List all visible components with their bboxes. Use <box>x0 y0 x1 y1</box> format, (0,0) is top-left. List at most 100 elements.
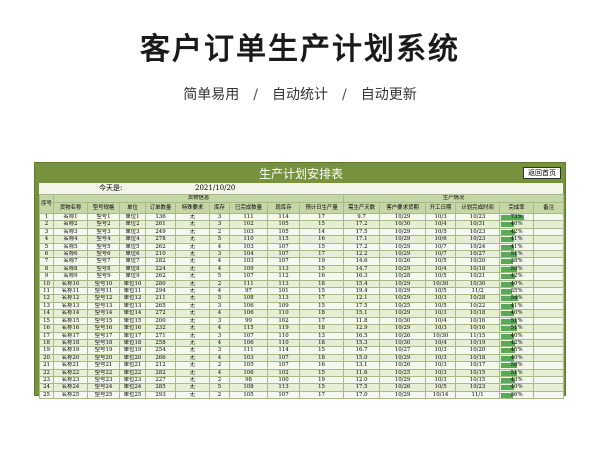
completion-rate-cell[interactable]: 40% <box>499 331 535 340</box>
cell-req[interactable]: 无 <box>175 264 210 274</box>
cell-qty[interactable]: 285 <box>145 383 176 392</box>
cell-unit[interactable]: 单位25 <box>119 390 146 400</box>
cell-done[interactable]: 102 <box>229 220 268 229</box>
cell-plan[interactable]: 10/18 <box>455 353 501 363</box>
cell-start[interactable]: 10/4 <box>425 338 457 348</box>
cell-done[interactable]: 103 <box>229 227 268 237</box>
cell-note[interactable] <box>533 220 565 229</box>
cell-note[interactable] <box>533 331 565 340</box>
cell-i[interactable]: 11 <box>39 287 54 296</box>
cell-days[interactable]: 16.3 <box>343 272 381 281</box>
completion-rate-cell[interactable]: 36% <box>499 390 535 400</box>
cell-stock[interactable]: 4 <box>209 368 230 377</box>
cell-stock[interactable]: 5 <box>209 235 230 244</box>
cell-daily[interactable]: 19 <box>298 257 345 266</box>
cell-done[interactable]: 103 <box>229 257 268 266</box>
cell-start[interactable]: 10/7 <box>425 250 457 259</box>
cell-qty[interactable]: 232 <box>145 324 176 333</box>
cell-name[interactable]: 名称2 <box>53 220 88 229</box>
cell-i[interactable]: 20 <box>39 353 54 363</box>
cell-plan[interactable]: 11/15 <box>455 331 501 340</box>
cell-model[interactable]: 型号1 <box>87 212 120 222</box>
cell-unit[interactable]: 单位14 <box>119 309 146 318</box>
cell-i[interactable]: 1 <box>39 212 54 222</box>
cell-name[interactable]: 名称20 <box>53 353 88 363</box>
cell-cur[interactable]: 113 <box>267 279 300 289</box>
cell-req[interactable]: 无 <box>175 346 210 355</box>
cell-due[interactable]: 10/25 <box>379 301 427 311</box>
cell-plan[interactable]: 10/20 <box>455 257 501 266</box>
cell-model[interactable]: 型号13 <box>87 301 120 311</box>
cell-days[interactable]: 16.5 <box>343 331 381 340</box>
cell-stock[interactable]: 4 <box>209 287 230 296</box>
completion-rate-cell[interactable]: 40% <box>499 353 535 363</box>
cell-i[interactable]: 7 <box>39 257 54 266</box>
cell-due[interactable]: 10/26 <box>379 331 427 340</box>
cell-done[interactable]: 107 <box>229 272 268 281</box>
cell-unit[interactable]: 单位9 <box>119 272 146 281</box>
cell-daily[interactable]: 17 <box>298 316 345 326</box>
cell-qty[interactable]: 278 <box>145 235 176 244</box>
cell-done[interactable]: 111 <box>229 346 268 355</box>
cell-days[interactable]: 11.6 <box>343 368 381 377</box>
cell-qty[interactable]: 261 <box>145 220 176 229</box>
cell-cur[interactable]: 110 <box>267 309 300 318</box>
cell-i[interactable]: 10 <box>39 279 54 289</box>
cell-model[interactable]: 型号8 <box>87 264 120 274</box>
completion-rate-cell[interactable]: 42% <box>499 272 535 281</box>
cell-cur[interactable]: 107 <box>267 361 300 370</box>
cell-start[interactable]: 10/7 <box>425 242 457 252</box>
cell-note[interactable] <box>533 346 565 355</box>
cell-days[interactable]: 17.5 <box>343 383 381 392</box>
cell-due[interactable]: 10/28 <box>379 272 427 281</box>
cell-days[interactable]: 13.1 <box>343 361 381 370</box>
cell-done[interactable]: 108 <box>229 383 268 392</box>
cell-days[interactable]: 12.1 <box>343 294 381 303</box>
cell-req[interactable]: 无 <box>175 212 210 222</box>
completion-rate-cell[interactable]: 51% <box>499 368 535 377</box>
cell-daily[interactable]: 15 <box>298 264 345 274</box>
cell-qty[interactable]: 294 <box>145 287 176 296</box>
cell-stock[interactable]: 2 <box>209 361 230 370</box>
cell-done[interactable]: 115 <box>229 324 268 333</box>
cell-due[interactable]: 10/26 <box>379 383 427 392</box>
cell-i[interactable]: 17 <box>39 331 54 340</box>
cell-daily[interactable]: 18 <box>298 324 345 333</box>
cell-req[interactable]: 无 <box>175 294 210 303</box>
cell-days[interactable]: 12.0 <box>343 375 381 385</box>
cell-start[interactable]: 10/3 <box>425 368 457 377</box>
cell-unit[interactable]: 单位7 <box>119 257 146 266</box>
cell-model[interactable]: 型号16 <box>87 324 120 333</box>
cell-cur[interactable]: 102 <box>267 368 300 377</box>
cell-name[interactable]: 名称14 <box>53 309 88 318</box>
cell-start[interactable]: 10/3 <box>425 309 457 318</box>
cell-daily[interactable]: 15 <box>298 346 345 355</box>
cell-name[interactable]: 名称23 <box>53 375 88 385</box>
cell-note[interactable] <box>533 272 565 281</box>
cell-start[interactable]: 10/5 <box>425 383 457 392</box>
cell-done[interactable]: 98 <box>229 375 268 385</box>
cell-req[interactable]: 无 <box>175 316 210 326</box>
cell-stock[interactable]: 2 <box>209 227 230 237</box>
cell-days[interactable]: 14.6 <box>343 257 381 266</box>
cell-plan[interactable]: 10/27 <box>455 250 501 259</box>
cell-daily[interactable]: 17 <box>298 212 345 222</box>
cell-model[interactable]: 型号19 <box>87 346 120 355</box>
cell-stock[interactable]: 5 <box>209 294 230 303</box>
cell-unit[interactable]: 单位17 <box>119 331 146 340</box>
cell-cur[interactable]: 107 <box>267 390 300 400</box>
cell-plan[interactable]: 11/1 <box>455 390 501 400</box>
cell-due[interactable]: 10/25 <box>379 368 427 377</box>
cell-unit[interactable]: 单位5 <box>119 242 146 252</box>
cell-cur[interactable]: 110 <box>267 331 300 340</box>
cell-done[interactable]: 105 <box>229 361 268 370</box>
cell-plan[interactable]: 10/17 <box>455 361 501 370</box>
cell-stock[interactable]: 5 <box>209 272 230 281</box>
cell-unit[interactable]: 单位8 <box>119 264 146 274</box>
cell-stock[interactable]: 3 <box>209 212 230 222</box>
cell-daily[interactable]: 16 <box>298 361 345 370</box>
cell-done[interactable]: 107 <box>229 331 268 340</box>
cell-daily[interactable]: 15 <box>298 220 345 229</box>
cell-plan[interactable]: 10/23 <box>455 383 501 392</box>
cell-name[interactable]: 名称24 <box>53 383 88 392</box>
